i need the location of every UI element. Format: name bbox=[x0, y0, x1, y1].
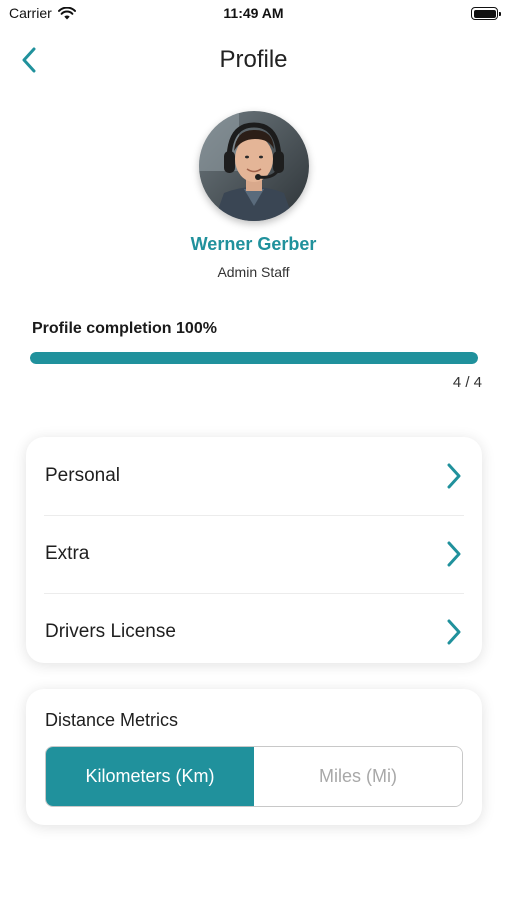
menu-item-label: Personal bbox=[45, 465, 120, 486]
chevron-right-icon bbox=[447, 619, 461, 645]
segment-miles[interactable]: Miles (Mi) bbox=[254, 747, 462, 806]
completion-progress-fill bbox=[30, 352, 478, 364]
avatar[interactable] bbox=[199, 111, 309, 221]
distance-unit-selector: Kilometers (Km) Miles (Mi) bbox=[45, 746, 463, 807]
nav-bar: Profile bbox=[0, 40, 507, 80]
menu-item-extra[interactable]: Extra bbox=[26, 515, 482, 593]
menu-item-drivers-license[interactable]: Drivers License bbox=[26, 593, 482, 671]
chevron-right-icon bbox=[447, 463, 461, 489]
profile-sections-card: Personal Extra Drivers License bbox=[26, 437, 482, 663]
battery-icon bbox=[471, 7, 501, 20]
distance-metrics-title: Distance Metrics bbox=[45, 710, 179, 730]
battery-cap bbox=[499, 11, 501, 16]
chevron-right-icon bbox=[447, 541, 461, 567]
menu-item-label: Drivers License bbox=[45, 621, 176, 642]
menu-item-label: Extra bbox=[45, 543, 90, 564]
user-name: Werner Gerber bbox=[190, 234, 317, 254]
completion-count: 4 / 4 bbox=[452, 374, 482, 391]
distance-metrics-card: Distance Metrics Kilometers (Km) Miles (… bbox=[26, 689, 482, 825]
menu-item-personal[interactable]: Personal bbox=[26, 437, 482, 515]
completion-label: Profile completion 100% bbox=[32, 320, 217, 337]
user-role: Admin Staff bbox=[217, 264, 290, 280]
profile-screen: Carrier 11:49 AM Profile Werner Gerber A… bbox=[0, 0, 507, 900]
profile-photo bbox=[199, 111, 309, 221]
status-bar: Carrier 11:49 AM bbox=[0, 0, 507, 28]
battery-level bbox=[473, 9, 496, 18]
status-time: 11:49 AM bbox=[223, 5, 284, 21]
completion-progress-bar bbox=[30, 352, 478, 364]
page-title: Profile bbox=[219, 46, 288, 73]
segment-kilometers[interactable]: Kilometers (Km) bbox=[46, 747, 254, 806]
